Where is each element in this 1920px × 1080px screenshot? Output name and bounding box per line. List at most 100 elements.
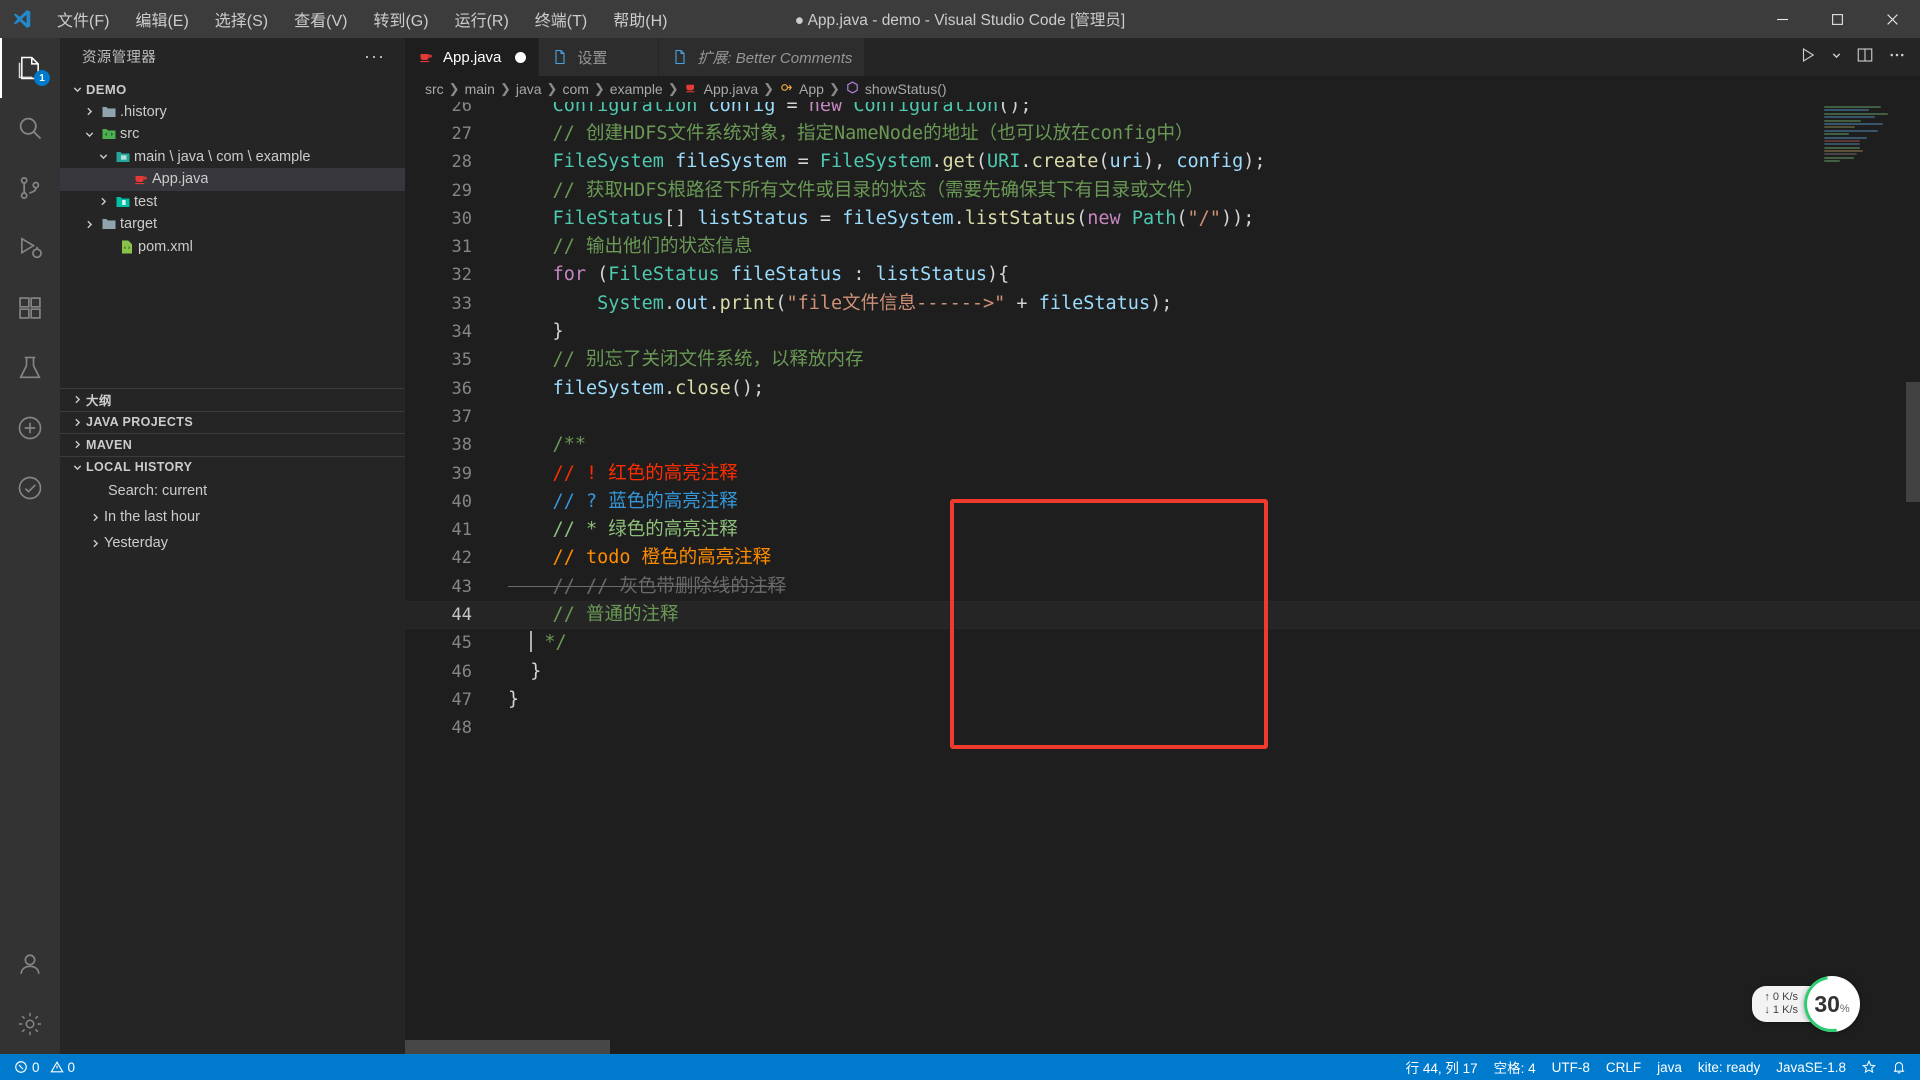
section-java-projects[interactable]: JAVA PROJECTS [60,410,405,433]
line-number: 37 [451,406,472,427]
chevron-down-icon[interactable] [1831,48,1842,66]
chevron-right-icon[interactable] [86,512,104,523]
tab-settings[interactable]: 设置 [539,38,660,76]
editor-tab-bar: App.java 设置 扩展: Better Comments [405,38,1920,76]
menu-selection[interactable]: 选择(S) [202,0,281,38]
status-problems[interactable]: 0 0 [6,1054,83,1080]
tree-item-target[interactable]: target [60,213,405,236]
run-code-icon[interactable] [1799,46,1817,69]
menu-run[interactable]: 运行(R) [442,0,522,38]
breadcrumb-item-src[interactable]: src [425,81,444,97]
status-eol[interactable]: CRLF [1598,1054,1649,1080]
tree-item-test[interactable]: test [60,191,405,214]
chevron-right-icon[interactable] [68,439,86,450]
chevron-down-icon[interactable] [68,84,86,95]
activity-explorer-icon[interactable]: 1 [0,38,60,98]
code-text: // todo 橙色的高亮注释 [508,547,772,569]
tree-item-package[interactable]: main \ java \ com \ example [60,146,405,169]
chevron-down-icon[interactable] [80,129,98,140]
chevron-right-icon[interactable] [80,106,98,117]
status-language-mode[interactable]: java [1649,1054,1690,1080]
folder-icon [98,216,120,232]
file-icon [671,49,689,65]
code-text: } [508,688,520,710]
tree-item-app-java[interactable]: App.java [60,168,405,191]
editor-vertical-scrollbar[interactable] [1906,102,1920,1054]
java-file-icon [417,49,435,65]
sidebar-title: 资源管理器 [82,49,156,66]
chevron-right-icon[interactable] [68,417,86,428]
tab-app-java[interactable]: App.java [405,38,540,76]
line-number: 44 [451,605,472,626]
breadcrumb-item-method-showstatus[interactable]: showStatus() [845,80,947,98]
status-feedback-icon[interactable] [1854,1054,1884,1080]
tab-extension-better-comments[interactable]: 扩展: Better Comments [659,38,866,76]
menu-terminal[interactable]: 终端(T) [522,0,600,38]
breadcrumb-item-app-java[interactable]: App.java [684,80,758,98]
local-history-last-hour[interactable]: In the last hour [60,504,405,530]
activity-settings-gear-icon[interactable] [0,994,60,1054]
tree-item-demo[interactable]: DEMO [60,78,405,101]
activity-testing-icon[interactable] [0,338,60,398]
sidebar-more-actions-icon[interactable]: ··· [364,46,385,67]
minimize-button[interactable] [1755,0,1810,38]
section-label: LOCAL HISTORY [86,460,193,475]
menu-go[interactable]: 转到(G) [360,0,441,38]
editor-horizontal-scrollbar[interactable] [405,1040,1920,1054]
chevron-down-icon[interactable] [68,462,86,473]
activity-extensions-icon[interactable] [0,278,60,338]
status-encoding[interactable]: UTF-8 [1544,1054,1598,1080]
network-speed-widget[interactable]: ↑ 0 K/s ↓ 1 K/s 30 % [1752,965,1871,1043]
section-local-history[interactable]: LOCAL HISTORY [60,455,405,478]
scrollbar-thumb[interactable] [1906,382,1920,502]
local-history-search[interactable]: Search: current [60,478,405,504]
chevron-right-icon[interactable] [68,394,86,405]
tree-item-pom-xml[interactable]: pom.xml [60,236,405,259]
explorer-tree: DEMO .history src main \ java \ com \ ex… [60,74,405,1054]
local-history-yesterday[interactable]: Yesterday [60,530,405,556]
breadcrumb-item-main[interactable]: main [465,81,495,97]
activity-search-icon[interactable] [0,98,60,158]
chevron-down-icon[interactable] [94,151,112,162]
activity-todo-tree-icon[interactable] [0,458,60,518]
status-indentation[interactable]: 空格: 4 [1486,1054,1544,1080]
chevron-right-icon[interactable] [94,196,112,207]
breadcrumb-item-class-app[interactable]: App [779,80,824,98]
activity-run-debug-icon[interactable] [0,218,60,278]
section-maven[interactable]: MAVEN [60,433,405,456]
tree-item-history[interactable]: .history [60,101,405,124]
menu-view[interactable]: 查看(V) [281,0,360,38]
split-editor-icon[interactable] [1856,46,1874,69]
code-editor[interactable]: 26 Configuration config = new Configurat… [405,102,1920,1054]
breadcrumb-item-example[interactable]: example [610,81,663,97]
window-controls [1755,0,1920,38]
activity-source-control-icon[interactable] [0,158,60,218]
minimap[interactable] [1824,106,1906,184]
menu-help[interactable]: 帮助(H) [600,0,680,38]
more-actions-icon[interactable] [1888,46,1906,69]
status-java-runtime[interactable]: JavaSE-1.8 [1768,1054,1854,1080]
activity-accounts-icon[interactable] [0,934,60,994]
tree-label: DEMO [86,81,127,97]
breadcrumb-item-java[interactable]: java [516,81,542,97]
code-content[interactable]: 26 Configuration config = new Configurat… [405,102,1920,1054]
status-kite[interactable]: kite: ready [1690,1054,1768,1080]
hscrollbar-thumb[interactable] [405,1040,610,1054]
breadcrumb-label: App.java [703,81,759,97]
status-cursor-position[interactable]: 行 44, 列 17 [1398,1054,1486,1080]
tab-dirty-indicator[interactable] [515,51,527,63]
code-text: // // 灰色带删除线的注释 [508,575,786,597]
close-button[interactable] [1865,0,1920,38]
activity-remote-icon[interactable] [0,398,60,458]
tree-item-src[interactable]: src [60,123,405,146]
breadcrumb-item-com[interactable]: com [562,81,588,97]
chevron-right-icon[interactable] [86,538,104,549]
section-outline[interactable]: 大纲 [60,388,405,411]
menu-edit[interactable]: 编辑(E) [122,0,201,38]
activity-bar: 1 [0,38,60,1054]
chevron-right-icon[interactable] [80,219,98,230]
menu-file[interactable]: 文件(F) [44,0,122,38]
status-bell-icon[interactable] [1884,1054,1914,1080]
cpu-usage-gauge[interactable]: 30 % [1793,965,1871,1043]
maximize-restore-button[interactable] [1810,0,1865,38]
